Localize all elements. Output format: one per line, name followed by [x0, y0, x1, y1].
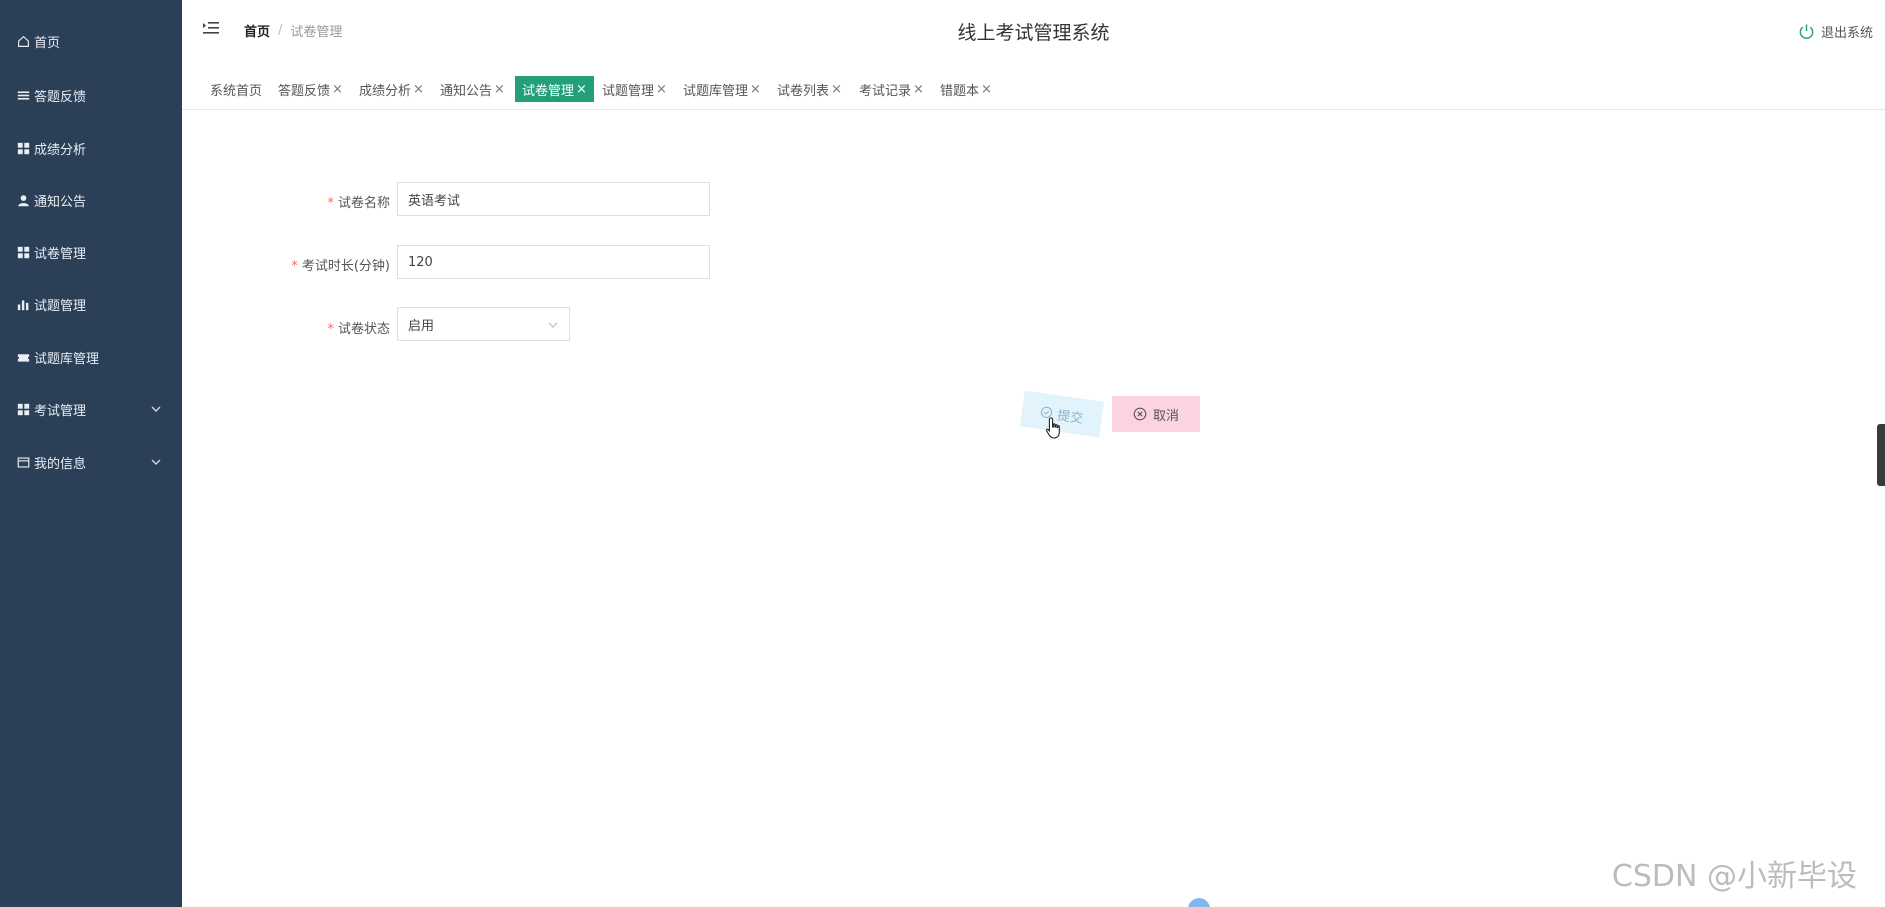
sidebar-item-label: 试题库管理	[34, 351, 100, 367]
tab-question-management[interactable]: 试题管理 ×	[598, 76, 671, 102]
tab-answer-feedback[interactable]: 答题反馈 ×	[274, 76, 347, 102]
home-icon	[16, 34, 30, 48]
logout-label: 退出系统	[1820, 26, 1873, 41]
sidebar-item-home[interactable]: 首页	[0, 21, 182, 61]
required-mark: *	[327, 196, 334, 211]
menu-toggle-icon[interactable]	[202, 20, 220, 38]
tab-paper-management[interactable]: 试卷管理 ×	[515, 76, 594, 102]
tab-label: 成绩分析	[359, 83, 412, 99]
paper-status-value: 启用	[408, 318, 435, 334]
tab-label: 试卷列表	[777, 83, 830, 99]
paper-name-label: * 试卷名称	[280, 192, 390, 211]
close-icon[interactable]: ×	[981, 82, 992, 97]
close-icon[interactable]: ×	[750, 82, 761, 97]
tab-wrong-book[interactable]: 错题本 ×	[936, 76, 996, 102]
chevron-down-icon	[150, 403, 162, 415]
sidebar-item-label: 试卷管理	[34, 246, 87, 262]
tab-exam-records[interactable]: 考试记录 ×	[855, 76, 928, 102]
tab-label: 系统首页	[210, 83, 263, 99]
sidebar: 首页 答题反馈 成绩分析 通知公告 试卷管理 试题管理 试题库管理 考试管理 我…	[0, 0, 182, 907]
close-icon[interactable]: ×	[656, 82, 667, 97]
tab-label: 试题库管理	[683, 83, 749, 99]
close-icon[interactable]: ×	[913, 82, 924, 97]
close-icon[interactable]: ×	[332, 82, 343, 97]
list-icon	[16, 88, 30, 102]
duration-label-text: 考试时长(分钟)	[301, 259, 390, 274]
sidebar-item-label: 成绩分析	[34, 142, 87, 158]
close-circle-icon	[1133, 407, 1153, 421]
tab-label: 通知公告	[440, 83, 493, 99]
app-root: 首页 答题反馈 成绩分析 通知公告 试卷管理 试题管理 试题库管理 考试管理 我…	[0, 0, 1885, 907]
tab-label: 试题管理	[602, 83, 655, 99]
tab-label: 错题本	[940, 83, 980, 99]
duration-label: * 考试时长(分钟)	[260, 255, 390, 274]
paper-status-label: * 试卷状态	[280, 318, 390, 337]
sidebar-item-label: 试题管理	[34, 298, 87, 314]
chevron-down-icon	[547, 319, 559, 331]
sidebar-item-exam-management[interactable]: 考试管理	[0, 389, 182, 429]
cancel-button[interactable]: 取消	[1112, 396, 1200, 432]
sidebar-item-my-info[interactable]: 我的信息	[0, 442, 182, 482]
close-icon[interactable]: ×	[576, 82, 587, 97]
breadcrumb: 首页 / 试卷管理	[244, 21, 342, 40]
watermark: CSDN @小新毕设	[1611, 859, 1857, 894]
side-scroll-handle[interactable]	[1877, 424, 1885, 486]
grid-icon	[16, 141, 30, 155]
cancel-label: 取消	[1152, 407, 1179, 423]
user-icon	[16, 193, 30, 207]
card-icon	[16, 455, 30, 469]
tab-notice[interactable]: 通知公告 ×	[436, 76, 509, 102]
tab-label: 试卷管理	[522, 83, 575, 99]
ticket-icon	[16, 350, 30, 364]
sidebar-item-paper-management[interactable]: 试卷管理	[0, 232, 182, 272]
tab-paper-list[interactable]: 试卷列表 ×	[773, 76, 846, 102]
breadcrumb-home[interactable]: 首页	[244, 21, 270, 40]
breadcrumb-current: 试卷管理	[290, 25, 343, 40]
system-title-wrap: 线上考试管理系统	[182, 18, 1885, 45]
paper-status-select[interactable]: 启用	[397, 307, 570, 341]
sidebar-item-label: 答题反馈	[34, 89, 87, 105]
logout-button[interactable]: 退出系统	[1798, 22, 1873, 41]
tab-label: 考试记录	[859, 83, 912, 99]
sidebar-item-label: 考试管理	[34, 403, 87, 419]
hand-cursor-icon	[1045, 416, 1065, 440]
paper-status-label-text: 试卷状态	[337, 322, 390, 337]
close-icon[interactable]: ×	[494, 82, 505, 97]
required-mark: *	[291, 259, 298, 274]
sidebar-item-notice[interactable]: 通知公告	[0, 180, 182, 220]
system-title: 线上考试管理系统	[957, 22, 1110, 44]
close-icon[interactable]: ×	[413, 82, 424, 97]
sidebar-item-answer-feedback[interactable]: 答题反馈	[0, 75, 182, 115]
bar-chart-icon	[16, 297, 30, 311]
tab-question-bank[interactable]: 试题库管理 ×	[679, 76, 765, 102]
top-header: 首页 / 试卷管理 线上考试管理系统 退出系统	[182, 0, 1885, 62]
required-mark: *	[327, 322, 334, 337]
grid-icon	[16, 245, 30, 259]
tab-label: 答题反馈	[278, 83, 331, 99]
paper-name-input[interactable]	[397, 182, 710, 216]
sidebar-item-label: 通知公告	[34, 194, 87, 210]
sidebar-item-score-analysis[interactable]: 成绩分析	[0, 128, 182, 168]
sidebar-item-label: 首页	[34, 35, 61, 51]
chevron-down-icon	[150, 456, 162, 468]
tab-bar: 系统首页 答题反馈 × 成绩分析 × 通知公告 × 试卷管理 × 试题管理 × …	[182, 62, 1885, 110]
floating-dot[interactable]	[1188, 898, 1210, 907]
grid-icon	[16, 402, 30, 416]
tab-score-analysis[interactable]: 成绩分析 ×	[355, 76, 428, 102]
close-icon[interactable]: ×	[831, 82, 842, 97]
sidebar-item-label: 我的信息	[34, 456, 87, 472]
duration-input[interactable]	[397, 245, 710, 279]
sidebar-item-question-management[interactable]: 试题管理	[0, 284, 182, 324]
tab-system-home[interactable]: 系统首页	[206, 76, 266, 102]
breadcrumb-separator: /	[278, 23, 283, 38]
power-icon	[1798, 23, 1821, 40]
sidebar-item-question-bank[interactable]: 试题库管理	[0, 337, 182, 377]
paper-name-label-text: 试卷名称	[337, 196, 390, 211]
